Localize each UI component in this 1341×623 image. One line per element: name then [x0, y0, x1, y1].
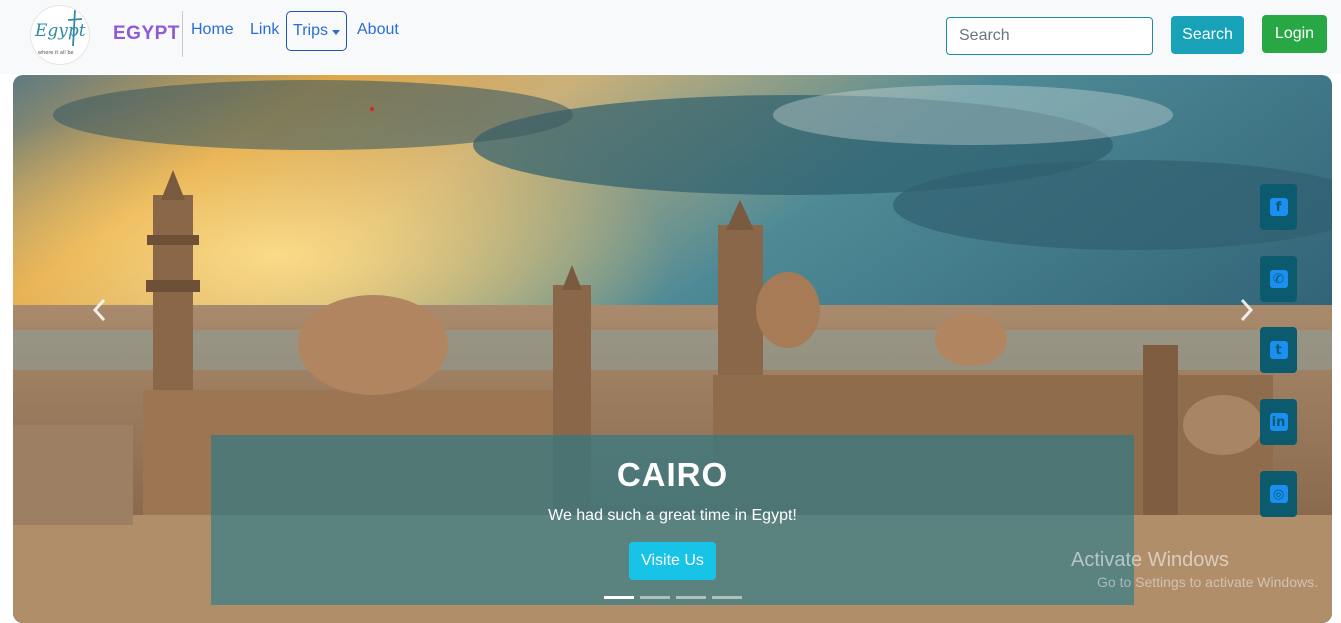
search-button[interactable]: Search: [1171, 16, 1244, 54]
carousel-indicator[interactable]: [676, 596, 706, 599]
red-dot: [370, 107, 374, 111]
carousel-next-button[interactable]: [1231, 285, 1261, 335]
whatsapp-button[interactable]: ✆: [1260, 256, 1297, 302]
carousel-prev-button[interactable]: [85, 285, 115, 335]
logo[interactable]: Egypt where it all be: [31, 6, 89, 64]
carousel-indicator[interactable]: [640, 596, 670, 599]
search-input[interactable]: [946, 17, 1153, 55]
login-button[interactable]: Login: [1262, 15, 1327, 53]
nav-trips-dropdown[interactable]: Trips: [286, 11, 347, 51]
twitter-icon: t: [1269, 341, 1288, 359]
brand[interactable]: EGYPT: [113, 23, 180, 45]
nav-trips-label: Trips: [293, 22, 328, 39]
navbar: Egypt where it all be EGYPT Home Link Tr…: [0, 0, 1341, 74]
activate-windows-subtitle: Go to Settings to activate Windows.: [1097, 574, 1318, 590]
logo-text: Egypt: [34, 21, 86, 41]
carousel-indicator[interactable]: [604, 596, 634, 599]
caption-title: CAIRO: [616, 456, 729, 493]
visit-us-button[interactable]: Visite Us: [629, 542, 716, 580]
nav-about[interactable]: About: [357, 21, 399, 39]
twitter-button[interactable]: t: [1260, 327, 1297, 373]
caption-text: We had such a great time in Egypt!: [548, 507, 797, 524]
facebook-button[interactable]: f: [1260, 184, 1297, 230]
nav-home[interactable]: Home: [191, 21, 234, 39]
activate-windows-title: Activate Windows: [1071, 549, 1229, 571]
instagram-button[interactable]: ◎: [1260, 471, 1297, 517]
navbar-divider: [182, 11, 183, 57]
logo-tagline: where it all be: [38, 50, 74, 56]
caret-down-icon: [331, 29, 340, 35]
linkedin-icon: in: [1269, 413, 1288, 431]
linkedin-button[interactable]: in: [1260, 399, 1297, 445]
carousel-indicator[interactable]: [712, 596, 742, 599]
chevron-right-icon: [1240, 298, 1254, 322]
chevron-left-icon: [92, 298, 106, 322]
whatsapp-icon: ✆: [1269, 270, 1288, 288]
nav-link[interactable]: Link: [250, 21, 279, 39]
facebook-icon: f: [1269, 198, 1288, 216]
instagram-icon: ◎: [1269, 485, 1288, 503]
